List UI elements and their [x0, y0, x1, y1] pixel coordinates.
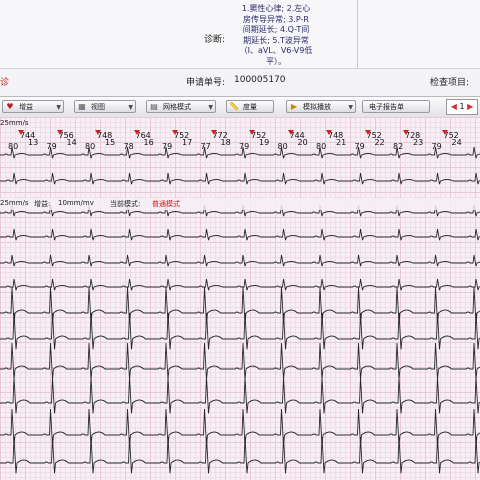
request-label: 申请单号: [186, 78, 226, 88]
grid-icon: ▦ [78, 102, 86, 111]
measure-button[interactable]: 📏 度量 [226, 100, 274, 113]
view-button[interactable]: ▦ 视图 ▼ [74, 100, 136, 113]
diagnosis-label: 诊断: [204, 35, 226, 45]
check-label: 检查项目: [430, 78, 470, 88]
gain-button[interactable]: ♥ 增益 ▼ [2, 100, 64, 113]
left-fragment: 诊 [0, 78, 10, 88]
grid-mode-button[interactable]: ▤ 网格模式 ▼ [146, 100, 216, 113]
ecg-lead-trace [0, 408, 480, 446]
mode-label: 当前模式: [110, 200, 141, 208]
report-button[interactable]: 电子报告单 [362, 100, 430, 113]
gain-label: 增益 [19, 103, 33, 111]
play-button[interactable]: ▶ 模拟播放 ▼ [286, 100, 356, 113]
page-number: 1 [459, 102, 465, 111]
status-bar: 25mm/s 增益: 10mm/mv 当前模式: 普通模式 [0, 198, 480, 210]
prev-icon[interactable]: ◀ [451, 102, 457, 111]
chevron-down-icon: ▼ [128, 104, 133, 111]
page-stepper[interactable]: ◀ 1 ▶ [446, 99, 478, 115]
diagnosis-line: 间期延长; 4.Q-T间 [242, 25, 310, 34]
speed-label: 25mm/s [0, 199, 29, 207]
gain-status-label: 增益: [34, 200, 51, 208]
toolbar: ♥ 增益 ▼ ▦ 视图 ▼ ▤ 网格模式 ▼ 📏 度量 ▶ 模拟播放 ▼ 电子报… [0, 96, 480, 118]
ecg-lead-trace [0, 228, 480, 241]
diagnosis-text: 1.窦性心律; 2.左心 房传导异常; 3.P-R 间期延长; 4.Q-T间 期… [232, 4, 320, 67]
header-area: 诊断: 1.窦性心律; 2.左心 房传导异常; 3.P-R 间期延长; 4.Q-… [0, 0, 480, 68]
gain-status-value: 10mm/mv [58, 199, 94, 207]
diagnosis-line: 1.窦性心律; 2.左心 [241, 4, 311, 13]
request-number: 100005170 [234, 75, 286, 85]
grid-mode-label: 网格模式 [163, 103, 191, 111]
diagnosis-line: 房传导异常; 3.P-R [243, 14, 309, 24]
ecg-lead-trace [0, 312, 480, 350]
ecg-lead-trace [0, 286, 480, 324]
mode-value: 普通模式 [152, 200, 180, 208]
ecg-lead-trace [0, 376, 480, 414]
grid-icon: ▤ [150, 102, 158, 111]
ecg-lead-trace [0, 436, 480, 474]
play-label: 模拟播放 [303, 103, 331, 111]
next-icon[interactable]: ▶ [467, 102, 473, 111]
chevron-down-icon: ▼ [56, 104, 61, 111]
info-row: 诊 申请单号: 100005170 检查项目: [0, 68, 480, 95]
diagnosis-line: 期延长; 5.T波异常 [243, 35, 309, 45]
ecg-traces [0, 146, 480, 474]
heart-icon: ♥ [6, 102, 14, 111]
view-label: 视图 [91, 103, 105, 111]
ecg-lead-trace [0, 254, 480, 267]
ecg-lead-trace [0, 146, 480, 159]
ruler-icon: 📏 [229, 102, 239, 111]
ecg-lead-trace [0, 342, 480, 380]
ecg-lead-trace [0, 172, 480, 185]
play-icon: ▶ [290, 102, 298, 111]
ecg-lead-trace [0, 278, 480, 291]
divider [357, 0, 358, 68]
chevron-down-icon: ▼ [208, 104, 213, 111]
diagnosis-line: 平）。 [266, 56, 286, 66]
diagnosis-line: （Ⅰ、aVL、V6-V9低 [239, 46, 313, 55]
report-label: 电子报告单 [369, 103, 404, 111]
chevron-down-icon: ▼ [348, 104, 353, 111]
measure-label: 度量 [243, 103, 257, 111]
